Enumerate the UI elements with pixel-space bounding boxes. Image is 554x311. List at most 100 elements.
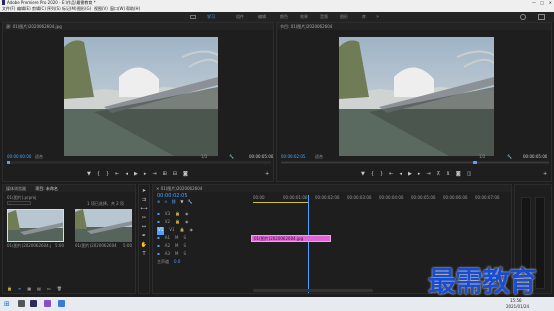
mark-in-bracket-icon[interactable]: { [97, 171, 100, 177]
project-item-thumb-image[interactable] [7, 209, 64, 242]
timeline-tab[interactable]: 01(图片)2020062604 [161, 186, 203, 191]
play-icon[interactable]: ▶ [134, 171, 138, 177]
lock-icon[interactable]: 🔒 [180, 227, 185, 235]
step-forward-icon[interactable]: ▸ [144, 171, 147, 177]
hand-tool-icon[interactable]: ✋ [141, 242, 147, 248]
track-label[interactable]: V1 [169, 227, 174, 235]
windows-start-icon[interactable]: ⊞ [4, 300, 10, 308]
menu-graphics[interactable]: 图形(G) [77, 6, 91, 11]
new-bin-icon[interactable]: ▭ [47, 286, 51, 292]
program-in-bracket-icon[interactable]: { [371, 171, 374, 177]
source-scrubber[interactable] [7, 161, 271, 164]
lock-icon[interactable]: 🔒 [175, 219, 180, 227]
solo-icon[interactable]: S [183, 235, 186, 243]
menu-edit[interactable]: 编辑(E) [17, 6, 31, 11]
mute-icon[interactable]: M [175, 235, 178, 243]
program-settings-icon[interactable]: 🔧 [507, 154, 512, 159]
tab-media-browser[interactable]: 媒体浏览器 [6, 186, 26, 191]
timeline-playhead[interactable] [308, 195, 309, 293]
menu-file[interactable]: 文件(F) [2, 6, 15, 11]
program-playhead[interactable] [473, 161, 477, 164]
menu-marker[interactable]: 标记(M) [62, 6, 77, 11]
taskbar-date[interactable]: 2021/01/24 [506, 304, 529, 309]
eye-icon[interactable]: ◉ [185, 211, 189, 219]
program-step-back-icon[interactable]: ◂ [399, 171, 402, 177]
program-timecode[interactable]: 00:00:02:05 [281, 154, 305, 159]
goto-in-icon[interactable]: ⇤ [115, 171, 119, 177]
workspace-assembly[interactable]: 组件 [236, 14, 244, 20]
extract-icon[interactable]: ⊻ [446, 171, 450, 177]
menu-view[interactable]: 视图(V) [94, 6, 108, 11]
workspace-libraries[interactable]: 库 [362, 14, 366, 20]
vr-icon[interactable]: ◫ [467, 171, 472, 177]
track-label[interactable]: A1 [165, 235, 170, 243]
insert-icon[interactable]: ⊞ [163, 171, 167, 177]
program-marker-icon[interactable]: ▼ [361, 171, 365, 177]
project-item-thumb-sequence[interactable] [75, 209, 132, 242]
source-timecode[interactable]: 00:00:00:00 [7, 154, 31, 159]
source-fit-dropdown[interactable]: 适合 [35, 154, 43, 159]
selection-tool-icon[interactable]: ➤ [142, 188, 146, 194]
menu-help[interactable]: 帮助(H) [126, 6, 140, 11]
minimize-button[interactable]: — [532, 0, 536, 5]
home-icon[interactable] [190, 15, 196, 19]
target-icon[interactable]: ▪ [157, 243, 160, 251]
track-select-tool-icon[interactable]: ⇉ [142, 197, 146, 203]
track-label[interactable]: V2 [165, 219, 170, 227]
explorer-taskbar-icon[interactable] [58, 300, 65, 307]
timeline-zoom-scrollbar[interactable] [253, 289, 373, 292]
eye-icon[interactable]: ◉ [185, 219, 189, 227]
program-step-forward-icon[interactable]: ▸ [418, 171, 421, 177]
tab-project[interactable]: 项目: 未命名 [35, 186, 58, 191]
razor-tool-icon[interactable]: ✂ [142, 215, 146, 221]
target-icon[interactable]: ▪ [157, 219, 160, 227]
search-taskbar-icon[interactable] [18, 300, 25, 307]
workspace-color[interactable]: 颜色 [280, 14, 288, 20]
track-label[interactable]: A3 [165, 251, 170, 259]
workspace-audio[interactable]: 音频 [320, 14, 328, 20]
timeline-ruler[interactable]: 00:00 00:00:01:00 00:00:02:00 00:00:03:0… [253, 195, 509, 201]
linked-selection-icon[interactable]: ⛓ [171, 199, 176, 205]
overwrite-icon[interactable]: ⊟ [173, 171, 177, 177]
workspace-learn[interactable]: 学习 [207, 14, 215, 20]
master-volume[interactable]: 0.0 [174, 259, 180, 267]
work-area-bar[interactable] [253, 202, 308, 203]
export-frame-icon[interactable]: ◙ [183, 171, 188, 177]
program-play-icon[interactable]: ▶ [408, 171, 412, 177]
snap-icon[interactable]: ∩ [164, 199, 167, 205]
solo-icon[interactable]: S [183, 251, 186, 259]
workspace-graphics[interactable]: 图形 [340, 14, 348, 20]
add-marker-icon[interactable]: ▼ [180, 199, 183, 205]
trash-icon[interactable]: 🗑 [57, 286, 62, 292]
ripple-edit-tool-icon[interactable]: ⟷ [140, 206, 147, 212]
source-playhead[interactable] [7, 161, 10, 164]
type-tool-icon[interactable]: T [142, 251, 145, 257]
search-icon[interactable] [520, 14, 526, 20]
pen-tool-icon[interactable]: ✒ [142, 233, 146, 239]
program-ratio-dropdown[interactable]: 1/2 [479, 154, 485, 159]
list-view-icon[interactable]: ≡ [18, 286, 21, 292]
mute-icon[interactable]: M [175, 251, 178, 259]
lift-icon[interactable]: ⊼ [437, 171, 441, 177]
source-patch-v1[interactable]: V1 [157, 227, 165, 235]
icon-view-icon[interactable]: ▦ [27, 286, 31, 292]
share-icon[interactable] [538, 14, 545, 20]
timeline-clip[interactable]: 01(图片)2020062604.jpg [251, 235, 331, 242]
menu-clip[interactable]: 剪辑(C) [32, 6, 46, 11]
project-search-input[interactable]: ⌕ [7, 201, 31, 206]
close-button[interactable]: ✕ [549, 0, 552, 5]
workspace-more-icon[interactable]: » [376, 14, 379, 20]
eye-icon[interactable]: ◉ [190, 227, 194, 235]
program-scrubber[interactable] [281, 161, 549, 164]
app-taskbar-icon[interactable] [44, 300, 51, 307]
solo-icon[interactable]: S [183, 243, 186, 251]
mark-out-bracket-icon[interactable]: } [106, 171, 109, 177]
program-out-bracket-icon[interactable]: } [380, 171, 383, 177]
target-icon[interactable]: ▪ [157, 251, 160, 259]
track-label[interactable]: A2 [165, 243, 170, 251]
mute-icon[interactable]: M [175, 243, 178, 251]
premiere-taskbar-icon[interactable] [30, 300, 37, 307]
slip-tool-icon[interactable]: ↔ [142, 224, 146, 230]
lock-icon[interactable]: 🔒 [175, 211, 180, 219]
track-label[interactable]: V3 [165, 211, 170, 219]
